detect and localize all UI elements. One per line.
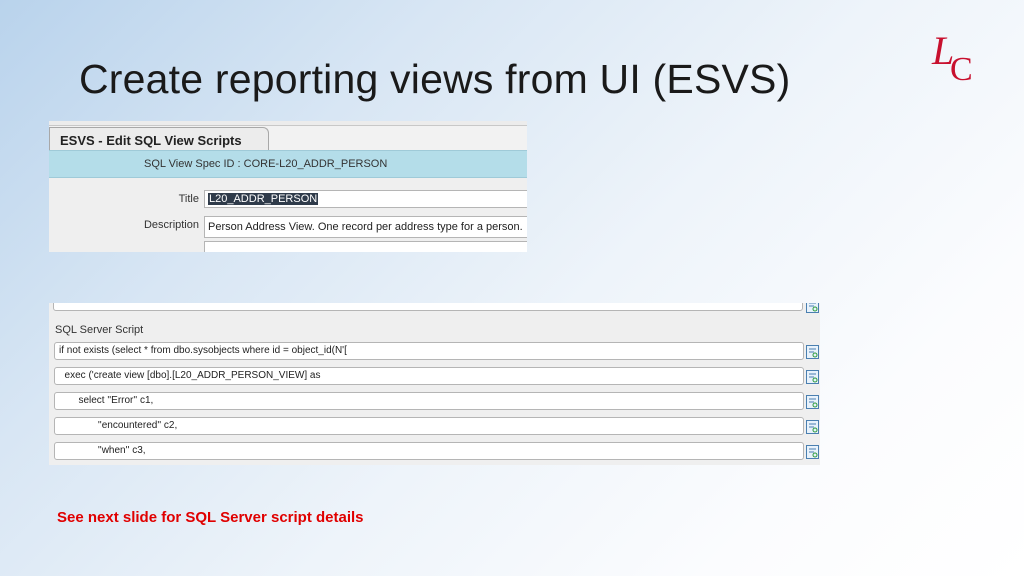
sql-script-screenshot: SQL Server Script if not exists (select … [49,303,820,465]
script-line-5[interactable]: ''when'' c3, [54,442,804,460]
description-field[interactable]: Person Address View. One record per addr… [204,216,527,238]
detail-lookup-icon[interactable] [806,303,819,313]
tab-esvs[interactable]: ESVS - Edit SQL View Scripts [49,127,269,151]
detail-lookup-icon[interactable] [806,419,819,434]
spec-id-bar: SQL View Spec ID : CORE-L20_ADDR_PERSON [49,150,527,178]
script-line-4[interactable]: ''encountered'' c2, [54,417,804,435]
tab-strip [49,121,527,126]
extra-field[interactable] [204,241,527,252]
tab-bar: ESVS - Edit SQL View Scripts [49,121,527,151]
lc-logo: L C [928,26,984,88]
title-field[interactable]: L20_ADDR_PERSON [204,190,527,208]
field-area: Title L20_ADDR_PERSON Description Person… [49,178,527,252]
detail-lookup-icon[interactable] [806,394,819,409]
title-value: L20_ADDR_PERSON [208,193,319,205]
slide-title: Create reporting views from UI (ESVS) [79,56,791,102]
script-line-1[interactable]: if not exists (select * from dbo.sysobje… [54,342,804,360]
detail-lookup-icon[interactable] [806,369,819,384]
script-line-2[interactable]: exec ('create view [dbo].[L20_ADDR_PERSO… [54,367,804,385]
detail-lookup-icon[interactable] [806,444,819,459]
svg-text:C: C [950,51,973,86]
detail-lookup-icon[interactable] [806,344,819,359]
previous-field[interactable] [53,303,803,311]
script-line-3[interactable]: select ''Error'' c1, [54,392,804,410]
sql-script-header: SQL Server Script [55,324,144,336]
title-label: Title [178,193,199,205]
description-label: Description [143,219,199,231]
footnote: See next slide for SQL Server script det… [57,509,364,526]
esvs-screenshot: ESVS - Edit SQL View Scripts SQL View Sp… [49,121,527,252]
